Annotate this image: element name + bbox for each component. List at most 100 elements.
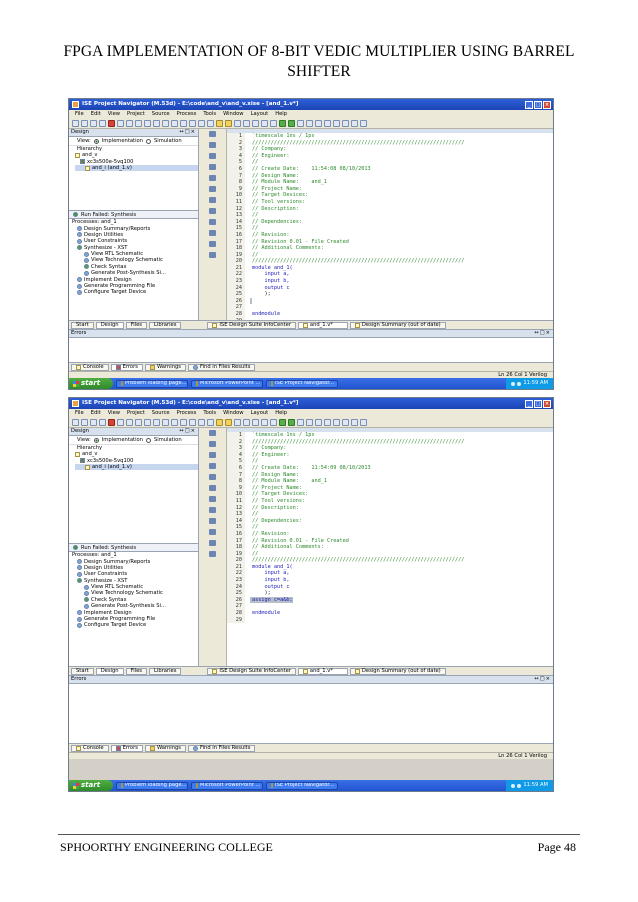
toolbar-button-icon[interactable] [171, 119, 178, 127]
toolbar-button-icon[interactable] [333, 418, 340, 426]
menu-item[interactable]: Source [152, 410, 170, 416]
toolbar-button-icon[interactable] [297, 119, 304, 127]
design-tab[interactable]: Design [95, 321, 124, 329]
toolbar-button-icon[interactable] [297, 418, 304, 426]
menu-item[interactable]: Project [127, 111, 145, 117]
toolbar-button-icon[interactable] [189, 119, 196, 127]
editor-tab[interactable]: Design Summary (out of date) [349, 321, 446, 329]
editor-tab[interactable]: and_1.v* [297, 321, 348, 329]
process-item[interactable]: Configure Target Device [77, 622, 198, 628]
toolbar-button-icon[interactable] [216, 119, 223, 127]
toolbar-button-icon[interactable] [90, 119, 97, 127]
taskbar-item[interactable]: ISE Project Navigator... [266, 781, 338, 790]
menu-item[interactable]: Process [177, 410, 197, 416]
toolbar-button-icon[interactable] [171, 418, 178, 426]
code-editor[interactable]: 1 `timescale 1ns / 1ps 2//////////////////… [227, 129, 553, 325]
toolbar-button-icon[interactable] [360, 119, 367, 127]
console-tab[interactable]: Warnings [144, 744, 186, 752]
toolbar-button-icon[interactable] [351, 418, 358, 426]
run-icon[interactable] [73, 545, 78, 551]
toolbar-button-icon[interactable] [234, 119, 241, 127]
toolbar-button-icon[interactable] [162, 119, 169, 127]
toolbar-button-icon[interactable] [225, 119, 232, 127]
toolbar-button-icon[interactable] [99, 418, 106, 426]
hierarchy-item[interactable]: and_i (and_1.v) [75, 463, 198, 471]
design-tab[interactable]: Files [125, 321, 147, 329]
toolbar-button-icon[interactable] [360, 418, 367, 426]
close-button[interactable]: × [543, 100, 551, 109]
taskbar-item[interactable]: Microsoft PowerPoint ... [191, 379, 263, 388]
simulation-radio[interactable] [145, 437, 151, 443]
toolbar-button-icon[interactable] [333, 119, 340, 127]
toolbar-button-icon[interactable] [108, 418, 115, 426]
side-tool-icon[interactable] [209, 485, 216, 491]
toolbar-button-icon[interactable] [342, 119, 349, 127]
toolbar-button-icon[interactable] [126, 418, 133, 426]
window-titlebar[interactable]: ISE Project Navigator (M.53d) - E:\code\… [69, 99, 553, 110]
toolbar-button-icon[interactable] [270, 418, 277, 426]
tray-icon[interactable] [517, 381, 522, 386]
side-tool-icon[interactable] [209, 219, 216, 225]
side-tool-icon[interactable] [209, 197, 216, 203]
design-tab[interactable]: Design [95, 667, 124, 675]
side-tool-icon[interactable] [209, 529, 216, 535]
design-tab[interactable]: Files [125, 667, 147, 675]
console-tab[interactable]: Console [71, 363, 109, 371]
panel-controls[interactable]: ↔□× [534, 676, 553, 682]
side-tool-icon[interactable] [209, 230, 216, 236]
tray-icon[interactable] [511, 381, 516, 386]
menu-item[interactable]: Project [127, 410, 145, 416]
toolbar-button-icon[interactable] [72, 418, 79, 426]
side-tool-icon[interactable] [209, 142, 216, 148]
side-tool-icon[interactable] [209, 430, 216, 436]
run-icon[interactable] [73, 212, 78, 218]
toolbar-button-icon[interactable] [81, 418, 88, 426]
toolbar-button-icon[interactable] [252, 418, 259, 426]
code-editor[interactable]: 1 `timescale 1ns / 1ps 2//////////////////… [227, 428, 553, 666]
menu-item[interactable]: Edit [91, 410, 101, 416]
side-tool-icon[interactable] [209, 241, 216, 247]
toolbar-button-icon[interactable] [135, 418, 142, 426]
toolbar-button-icon[interactable] [117, 418, 124, 426]
menu-item[interactable]: Help [275, 111, 287, 117]
implementation-radio[interactable] [93, 437, 99, 443]
hierarchy-item[interactable]: and_i (and_1.v) [75, 164, 198, 172]
panel-controls[interactable]: ↔□× [179, 428, 198, 434]
minimize-button[interactable]: _ [525, 100, 533, 109]
toolbar-button-icon[interactable] [252, 119, 259, 127]
side-tool-icon[interactable] [209, 186, 216, 192]
toolbar-button-icon[interactable] [144, 119, 151, 127]
menu-item[interactable]: Tools [203, 410, 216, 416]
console-tab[interactable]: Find in Files Results [187, 744, 256, 752]
side-tool-icon[interactable] [209, 441, 216, 447]
editor-tab[interactable]: ISE Design Suite InfoCenter [207, 667, 296, 675]
menu-item[interactable]: View [108, 410, 120, 416]
toolbar-button-icon[interactable] [90, 418, 97, 426]
toolbar-button-icon[interactable] [279, 418, 286, 426]
toolbar-button-icon[interactable] [324, 119, 331, 127]
toolbar-button-icon[interactable] [180, 418, 187, 426]
menu-item[interactable]: View [108, 111, 120, 117]
toolbar-button-icon[interactable] [153, 418, 160, 426]
side-tool-icon[interactable] [209, 463, 216, 469]
console-tab[interactable]: Errors [110, 363, 143, 371]
toolbar-button-icon[interactable] [189, 418, 196, 426]
side-tool-icon[interactable] [209, 540, 216, 546]
toolbar-button-icon[interactable] [243, 119, 250, 127]
design-tab[interactable]: Start [71, 667, 94, 675]
start-button[interactable]: start [69, 780, 113, 791]
toolbar-button-icon[interactable] [198, 119, 205, 127]
side-tool-icon[interactable] [209, 131, 216, 137]
toolbar-button-icon[interactable] [216, 418, 223, 426]
menu-item[interactable]: File [75, 410, 84, 416]
toolbar-button-icon[interactable] [162, 418, 169, 426]
menu-item[interactable]: Window [223, 410, 243, 416]
minimize-button[interactable]: _ [525, 399, 533, 408]
toolbar-button-icon[interactable] [261, 119, 268, 127]
design-tab[interactable]: Libraries [149, 667, 182, 675]
toolbar-button-icon[interactable] [288, 119, 295, 127]
toolbar-button-icon[interactable] [351, 119, 358, 127]
implementation-radio[interactable] [93, 138, 99, 144]
panel-controls[interactable]: ↔□× [534, 330, 553, 336]
toolbar-button-icon[interactable] [315, 418, 322, 426]
